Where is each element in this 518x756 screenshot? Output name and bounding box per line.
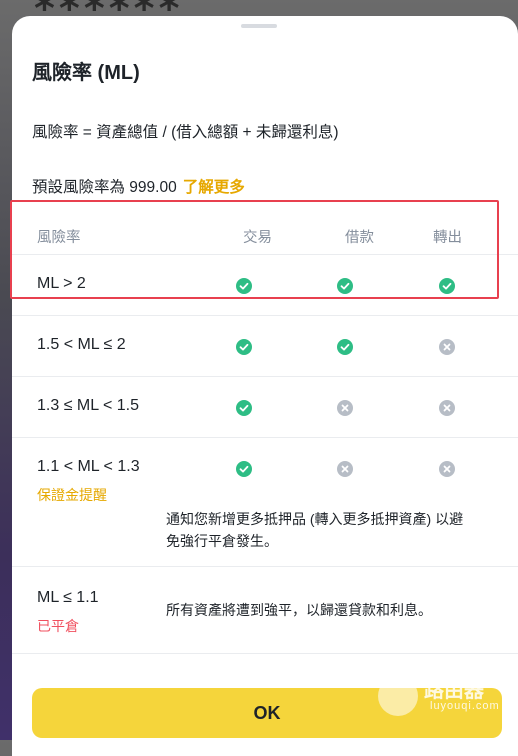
cross-icon [337,400,353,416]
watermark-domain: luyouqi.com [430,700,500,712]
ml-formula: 風險率 = 資產總值 / (借入總額 + 未歸還利息) [32,124,339,141]
row-ml: 1.1 < ML < 1.3 [37,458,140,475]
row-ml: ML ≤ 1.1 [37,589,99,606]
margin-call-note-line2: 免強行平倉發生。 [166,533,278,549]
learn-more-link[interactable]: 了解更多 [183,179,245,196]
router-logo-icon [378,676,418,716]
liquidated-tag: 已平倉 [37,618,79,634]
margin-call-note-line1: 通知您新增更多抵押品 (轉入更多抵押資產) 以避 [166,511,464,527]
row-ml: 1.5 < ML ≤ 2 [37,336,126,353]
watermark-name: 路由器 [424,680,484,702]
table-row: ML ≤ 1.1 已平倉 所有資產將遭到強平，以歸還貸款和利息。 [12,567,518,654]
check-icon [236,400,252,416]
cross-icon [439,400,455,416]
check-icon [337,339,353,355]
row-ml: 1.3 ≤ ML < 1.5 [37,397,140,414]
watermark: 路由器 luyouqi.com [378,674,508,718]
check-icon [236,339,252,355]
margin-call-tag: 保證金提醒 [37,487,107,503]
cross-icon [439,461,455,477]
table-row: 1.1 < ML < 1.3 保證金提醒 通知您新增更多抵押品 (轉入更多抵押資… [12,438,518,567]
highlight-box [10,200,499,299]
default-ml: 預設風險率為 999.00 了解更多 [32,175,245,197]
table-row: 1.5 < ML ≤ 2 [12,316,518,377]
check-icon [236,461,252,477]
cross-icon [337,461,353,477]
liquidation-note: 所有資產將遭到強平，以歸還貸款和利息。 [166,602,432,618]
sheet-title: 風險率 (ML) [32,62,140,84]
table-row: 1.3 ≤ ML < 1.5 [12,377,518,438]
cross-icon [439,339,455,355]
drag-handle[interactable] [241,24,277,28]
default-ml-text: 預設風險率為 999.00 [32,179,177,196]
margin-call-note: 通知您新增更多抵押品 (轉入更多抵押資產) 以避 免強行平倉發生。 [166,508,463,552]
margin-level-sheet: 風險率 (ML) 風險率 = 資產總值 / (借入總額 + 未歸還利息) 預設風… [12,16,518,756]
